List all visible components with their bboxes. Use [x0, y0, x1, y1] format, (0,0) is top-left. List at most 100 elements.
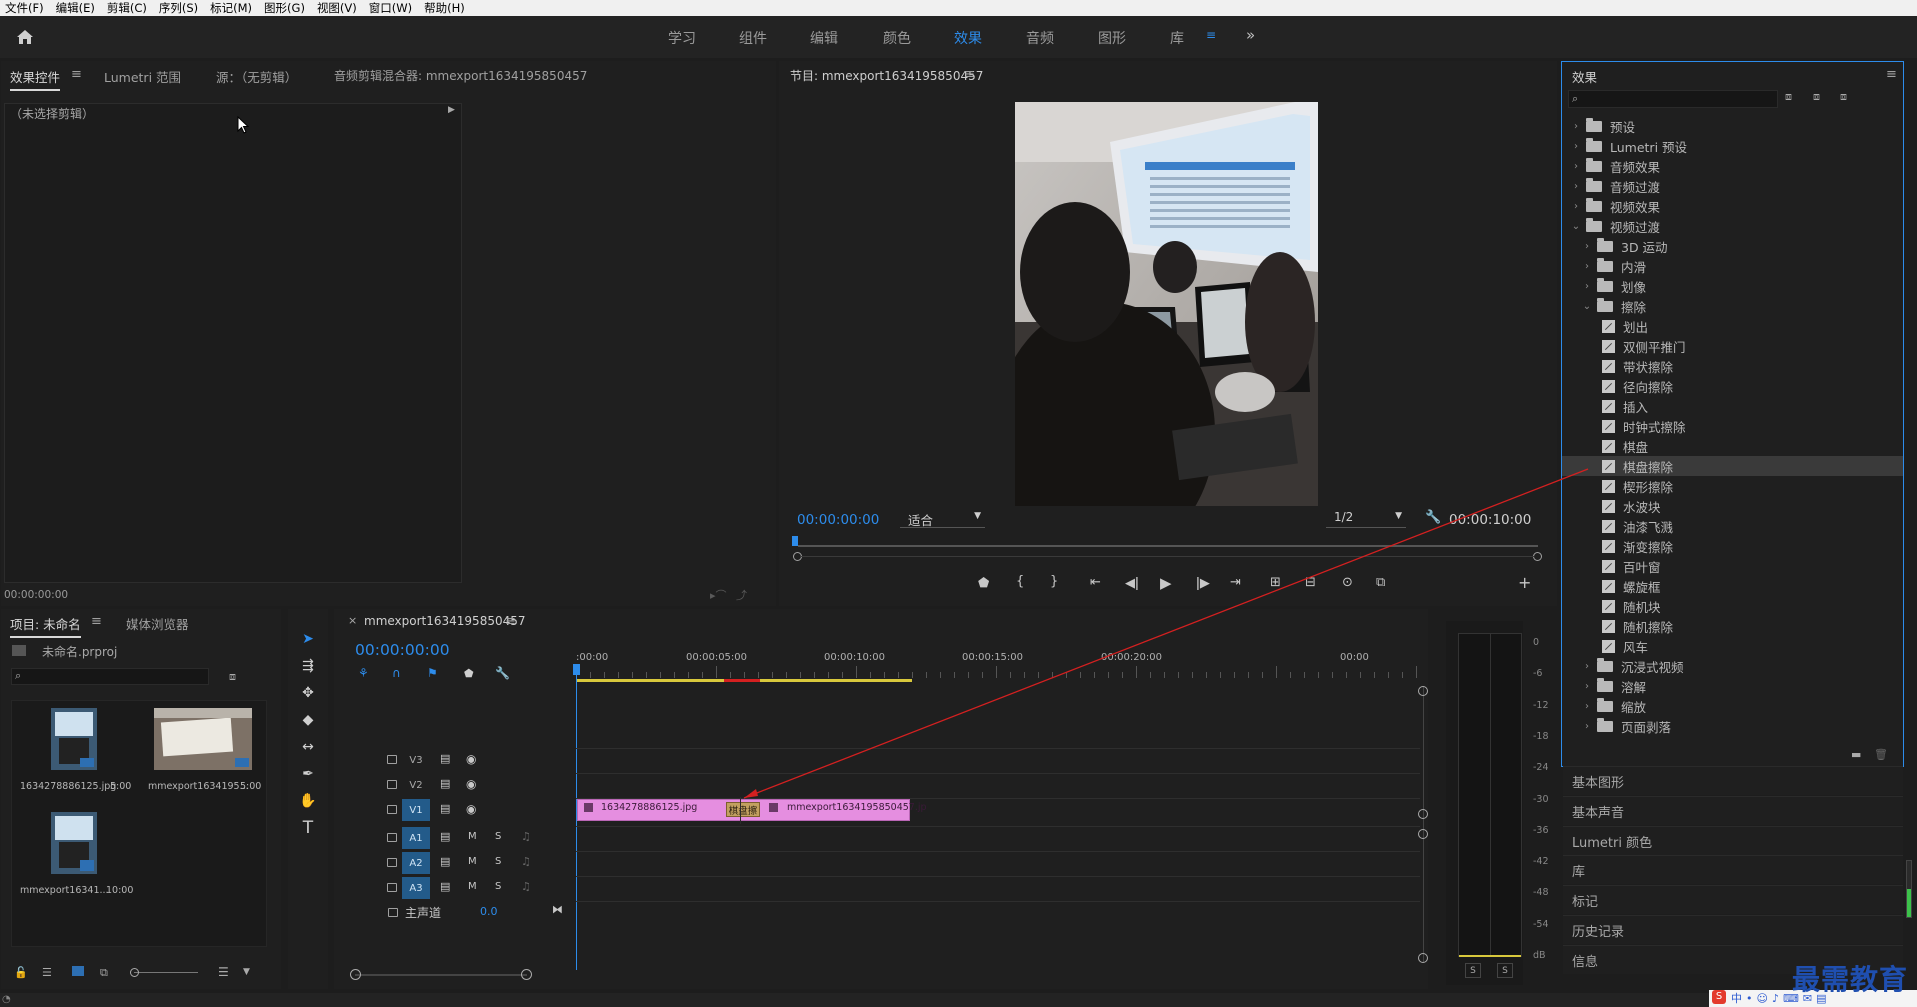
horizontal-scrollbar[interactable]: [355, 974, 527, 976]
collapsed-panel[interactable]: 库: [1563, 855, 1903, 884]
menu-item[interactable]: 视图(V): [312, 0, 364, 16]
effects-tree-item[interactable]: 棋盘: [1562, 436, 1903, 456]
effects-tree-item[interactable]: › 音频过渡: [1562, 176, 1903, 196]
timeline-timecode[interactable]: 00:00:00:00: [355, 641, 450, 659]
add-marker-icon[interactable]: ⬟: [978, 576, 989, 591]
tab-effect-controls[interactable]: 效果控件: [10, 67, 61, 91]
eye-icon[interactable]: ◉: [466, 752, 476, 766]
lock-icon[interactable]: 🔓: [14, 966, 28, 979]
fit-dropdown[interactable]: 适合 ▼: [900, 510, 985, 528]
zoom-bar[interactable]: [800, 556, 1534, 557]
film-icon[interactable]: ▤: [440, 830, 450, 843]
chevron-right-icon[interactable]: ›: [1570, 181, 1582, 192]
menu-item[interactable]: 序列(S): [154, 0, 205, 16]
effects-tree-item[interactable]: 径向擦除: [1562, 376, 1903, 396]
new-bin-icon[interactable]: ▬: [1851, 748, 1861, 761]
effects-tree-item[interactable]: 水波块: [1562, 496, 1903, 516]
play-triangle-icon[interactable]: ▶: [448, 105, 455, 115]
accelerated-effects-icon[interactable]: ⧈: [1785, 90, 1792, 104]
project-search-input[interactable]: ⌕: [11, 668, 209, 685]
tab-media-browser[interactable]: 媒体浏览器: [126, 614, 189, 633]
go-to-out-icon[interactable]: ⇥: [1230, 575, 1241, 590]
film-icon[interactable]: ▤: [440, 802, 450, 815]
time-ruler[interactable]: :00:00 00:00:05:00 00:00:10:00 00:00:15:00 0…: [576, 652, 1421, 682]
microphone-icon[interactable]: ♫: [521, 880, 531, 893]
chevron-right-icon[interactable]: ›: [1581, 701, 1593, 712]
tab-source[interactable]: 源：（无剪辑）: [216, 67, 297, 86]
mute-button[interactable]: M: [468, 881, 477, 892]
menu-item[interactable]: 标记(M): [205, 0, 259, 16]
extract-icon[interactable]: ⊟: [1305, 575, 1316, 590]
selection-tool-icon[interactable]: ➤: [295, 628, 321, 650]
export-icon[interactable]: ⤴: [736, 587, 747, 603]
effects-tree-item[interactable]: › 音频效果: [1562, 156, 1903, 176]
pen-tool-icon[interactable]: ✒: [295, 763, 321, 785]
mute-button[interactable]: M: [468, 856, 477, 867]
step-back-icon[interactable]: ◀ǀ: [1125, 576, 1139, 591]
mark-out-icon[interactable]: }: [1050, 574, 1058, 589]
chevron-right-icon[interactable]: ›: [1581, 281, 1593, 292]
chevron-right-icon[interactable]: ›: [1570, 141, 1582, 152]
hand-tool-icon[interactable]: ✋: [295, 790, 321, 812]
mark-in-icon[interactable]: {: [1016, 574, 1024, 589]
find-icon[interactable]: ⧈: [229, 670, 236, 684]
resolution-dropdown[interactable]: 1/2 ▼: [1326, 510, 1406, 528]
scroll-handle[interactable]: [1418, 809, 1428, 819]
slip-tool-icon[interactable]: ↔: [295, 736, 321, 758]
track-label[interactable]: A2: [402, 852, 430, 874]
effects-tree-item[interactable]: 时钟式擦除: [1562, 416, 1903, 436]
lock-icon[interactable]: [387, 755, 397, 764]
effects-tree-item[interactable]: › 划像: [1562, 276, 1903, 296]
workspace-tab[interactable]: 音频: [1026, 28, 1054, 48]
effects-tree-item[interactable]: › 沉浸式视频: [1562, 656, 1903, 676]
lock-icon[interactable]: [387, 780, 397, 789]
wrench-icon[interactable]: 🔧: [1425, 510, 1441, 525]
effects-tree-item[interactable]: 带状擦除: [1562, 356, 1903, 376]
playhead[interactable]: [573, 664, 580, 675]
menu-item[interactable]: 文件(F): [0, 0, 51, 16]
eye-icon[interactable]: ◉: [466, 802, 476, 816]
workspace-menu-icon[interactable]: ≡: [1206, 28, 1216, 42]
trash-icon[interactable]: 🗑: [1874, 748, 1888, 761]
effects-tree-item[interactable]: › 视频效果: [1562, 196, 1903, 216]
timeline-menu-icon[interactable]: ≡: [505, 614, 516, 629]
chevron-down-icon[interactable]: ⌄: [1570, 221, 1582, 232]
film-icon[interactable]: ▤: [440, 777, 450, 790]
type-tool-icon[interactable]: T: [295, 817, 321, 839]
program-menu-icon[interactable]: ≡: [964, 67, 975, 82]
nest-icon[interactable]: ⚘: [358, 666, 369, 680]
compare-icon[interactable]: ⧉: [1376, 575, 1385, 590]
effects-tree-item[interactable]: 插入: [1562, 396, 1903, 416]
effects-tree-item[interactable]: › 缩放: [1562, 696, 1903, 716]
sequence-tab[interactable]: mmexport1634195850457: [364, 614, 526, 628]
scroll-handle[interactable]: [1418, 953, 1428, 963]
ripple-edit-tool-icon[interactable]: ✥: [295, 682, 321, 704]
master-value[interactable]: 0.0: [480, 905, 498, 918]
thumb-1[interactable]: [51, 708, 97, 770]
step-forward-icon[interactable]: ǀ▶: [1196, 576, 1210, 591]
workspace-overflow-button[interactable]: »: [1246, 26, 1255, 44]
scrub-track[interactable]: [798, 545, 1538, 547]
track-label[interactable]: A1: [402, 827, 430, 849]
effects-search-input[interactable]: ⌕: [1568, 90, 1778, 108]
snap-icon[interactable]: ∩: [392, 666, 401, 680]
clip2-name[interactable]: mmexport1634195850457.jp: [787, 802, 927, 813]
menu-item[interactable]: 窗口(W): [364, 0, 419, 16]
effects-tree-item[interactable]: 楔形擦除: [1562, 476, 1903, 496]
effects-tree-item[interactable]: 双侧平推门: [1562, 336, 1903, 356]
chevron-right-icon[interactable]: ›: [1581, 721, 1593, 732]
workspace-tab[interactable]: 效果: [954, 28, 982, 48]
track-label[interactable]: A3: [402, 877, 430, 899]
32bit-effects-icon[interactable]: ⧈: [1813, 90, 1820, 104]
collapsed-panel[interactable]: 基本图形: [1563, 766, 1903, 795]
chevron-right-icon[interactable]: ›: [1581, 661, 1593, 672]
chevron-right-icon[interactable]: ›: [1581, 261, 1593, 272]
tab-lumetri-scopes[interactable]: Lumetri 范围: [104, 67, 181, 86]
effects-tree-item[interactable]: 随机块: [1562, 596, 1903, 616]
film-icon[interactable]: ▤: [440, 752, 450, 765]
solo-button[interactable]: S: [495, 881, 501, 892]
workspace-tab[interactable]: 库: [1170, 28, 1184, 48]
thumb-3[interactable]: [51, 812, 97, 874]
project-menu-icon[interactable]: ≡: [91, 614, 102, 629]
eye-icon[interactable]: ◉: [466, 777, 476, 791]
